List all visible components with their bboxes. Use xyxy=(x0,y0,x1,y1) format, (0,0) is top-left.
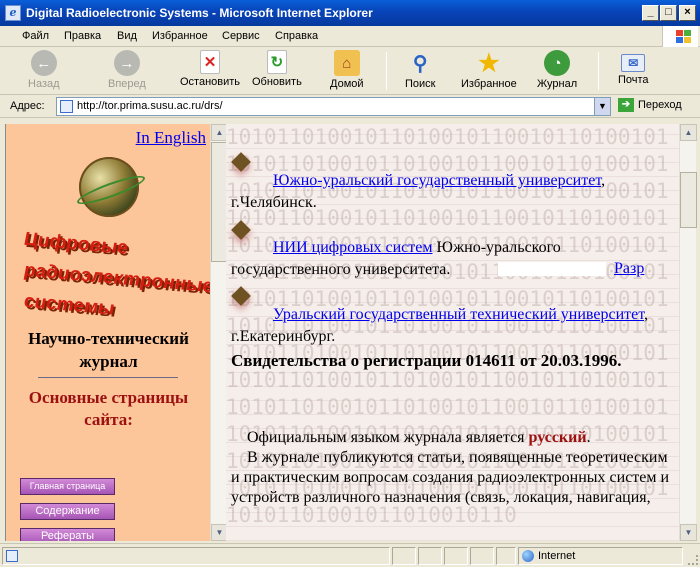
journal-title: Научно-технический журнал xyxy=(28,329,189,371)
menu-bar: Файл Правка Вид Избранное Сервис Справка xyxy=(0,26,700,47)
in-english-link[interactable]: In English xyxy=(136,128,206,148)
forward-arrow-icon: → xyxy=(113,50,140,76)
menu-favorites[interactable]: Избранное xyxy=(152,30,208,42)
main-pages-heading: Основные страницы сайта: xyxy=(28,388,189,429)
page-icon xyxy=(6,550,18,562)
menu-tools[interactable]: Сервис xyxy=(222,30,260,42)
minimize-button[interactable]: _ xyxy=(642,5,659,21)
nav-contents-button[interactable]: Содержание xyxy=(20,503,115,520)
menu-view[interactable]: Вид xyxy=(117,30,137,42)
menu-edit[interactable]: Правка xyxy=(64,30,101,42)
favorites-button[interactable]: ★ Избранное xyxy=(461,49,517,91)
globe-logo xyxy=(79,157,139,217)
forward-button[interactable]: → Вперед xyxy=(108,50,146,90)
address-input[interactable]: http://tor.prima.susu.ac.ru/drs/ ▼ xyxy=(56,97,611,116)
refresh-icon: ↻ xyxy=(266,50,287,74)
close-button[interactable]: × xyxy=(679,5,696,21)
resize-grip[interactable] xyxy=(688,555,698,565)
maximize-button[interactable]: □ xyxy=(660,5,677,21)
address-bar: Адрес: http://tor.prima.susu.ac.ru/drs/ … xyxy=(0,95,700,118)
razr-link[interactable]: Разр xyxy=(614,260,644,278)
internet-globe-icon xyxy=(522,550,534,562)
window-title: Digital Radioelectronic Systems - Micros… xyxy=(26,6,373,20)
scroll-down-arrow[interactable]: ▼ xyxy=(680,524,697,541)
status-cell xyxy=(470,547,494,565)
back-button[interactable]: ← Назад xyxy=(28,50,60,90)
mail-icon: ✉ xyxy=(621,54,646,72)
registration-text: Свидетельства о регистрации 014611 от 20… xyxy=(231,351,622,370)
status-cell xyxy=(444,547,468,565)
divider xyxy=(38,377,178,378)
star-icon: ★ xyxy=(478,49,500,77)
go-arrow-icon: ➔ xyxy=(618,98,634,112)
menu-file[interactable]: Файл xyxy=(22,30,49,42)
address-dropdown[interactable]: ▼ xyxy=(594,98,610,115)
status-cell xyxy=(392,547,416,565)
nav-home-button[interactable]: Главная страница xyxy=(20,478,115,495)
main-scrollbar[interactable]: ▲ ▼ xyxy=(679,124,697,541)
nav-abstracts-button[interactable]: Рефераты xyxy=(20,528,115,541)
entry-susu: Южно-уральский государственный университ… xyxy=(231,172,606,211)
ie-icon: e xyxy=(5,5,21,21)
description-paragraph: Официальным языком журнала является русс… xyxy=(231,428,671,508)
address-label: Адрес: xyxy=(10,100,45,112)
main-frame: 1010110100101101001011001011010010110101… xyxy=(226,124,679,541)
back-arrow-icon: ← xyxy=(30,50,57,76)
scroll-thumb[interactable] xyxy=(680,172,697,228)
status-text-cell xyxy=(2,547,390,565)
home-button[interactable]: ⌂ Домой xyxy=(330,50,364,90)
refresh-button[interactable]: ↻ Обновить xyxy=(252,50,302,88)
stop-icon: ✕ xyxy=(200,50,221,74)
nii-link[interactable]: НИИ цифровых систем xyxy=(273,239,432,256)
zone-label: Internet xyxy=(538,550,576,562)
left-frame: In English Цифровые радиоэлектронные сис… xyxy=(5,124,210,541)
journal-logo-text: Цифровые радиоэлектронные системы xyxy=(24,228,210,320)
susu-link[interactable]: Южно-уральский государственный университ… xyxy=(273,172,601,189)
search-button[interactable]: ⚲ Поиск xyxy=(405,50,435,91)
history-button[interactable]: ◔ Журнал xyxy=(537,50,577,90)
stop-button[interactable]: ✕ Остановить xyxy=(180,50,240,88)
windows-logo xyxy=(662,26,698,47)
menu-help[interactable]: Справка xyxy=(275,30,318,42)
search-icon: ⚲ xyxy=(412,52,428,75)
toolbar-separator xyxy=(598,52,599,90)
status-cell xyxy=(496,547,516,565)
page-icon xyxy=(60,100,73,113)
left-scrollbar[interactable]: ▲ ▼ xyxy=(210,124,228,541)
topics-sentence: В журнале публикуются статьи, появященны… xyxy=(231,449,670,506)
toolbar: ← Назад → Вперед ✕ Остановить ↻ Обновить… xyxy=(0,48,700,95)
status-bar: Internet xyxy=(0,543,700,567)
address-url: http://tor.prima.susu.ac.ru/drs/ xyxy=(77,100,223,112)
white-box xyxy=(498,262,606,276)
ustu-link[interactable]: Уральский государственный технический ун… xyxy=(273,306,644,323)
language-sentence: Официальным языком журнала является русс… xyxy=(247,429,591,446)
mail-button[interactable]: ✉ Почта xyxy=(618,50,649,86)
history-icon: ◔ xyxy=(544,50,571,76)
go-button[interactable]: ➔ Переход xyxy=(618,98,682,112)
status-cell xyxy=(418,547,442,565)
scroll-up-arrow[interactable]: ▲ xyxy=(680,124,697,141)
title-bar: e Digital Radioelectronic Systems - Micr… xyxy=(0,0,700,26)
toolbar-separator xyxy=(386,52,387,90)
home-icon: ⌂ xyxy=(333,50,360,76)
entry-ustu: Уральский государственный технический ун… xyxy=(231,306,649,345)
